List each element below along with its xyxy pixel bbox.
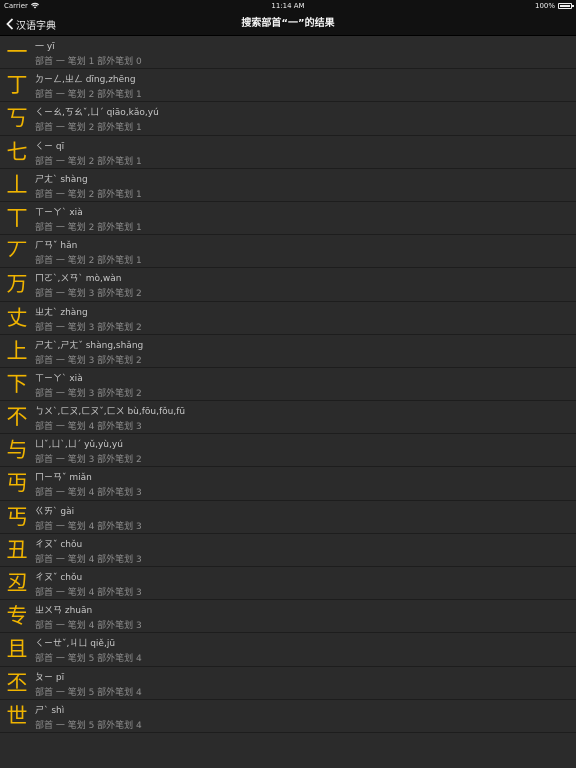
character-glyph: 不: [6, 405, 28, 430]
character-glyph: 丆: [6, 239, 28, 264]
character-glyph: 专: [6, 604, 28, 629]
status-bar: Carrier 11:14 AM 100%: [0, 0, 576, 12]
app: Carrier 11:14 AM 100% 汉语字典 搜索部首“一”的结果 一一…: [0, 0, 576, 768]
stroke-info: 部首 一 笔划 3 部外笔划 2: [35, 289, 142, 300]
battery-info: 100%: [534, 0, 574, 12]
character-glyph: 丑: [6, 537, 28, 562]
stroke-info: 部首 一 笔划 2 部外笔划 1: [35, 256, 142, 267]
stroke-info: 部首 一 笔划 2 部外笔划 1: [35, 156, 142, 167]
character-glyph: 丐: [6, 504, 28, 529]
list-item[interactable]: 万ㄇㄛˋ,ㄨㄢˋ mò,wàn 部首 一 笔划 3 部外笔划 2: [0, 268, 576, 302]
list-item[interactable]: 且ㄑㄧㄝˇ,ㄐㄩ qiě,jū 部首 一 笔划 5 部外笔划 4: [0, 633, 576, 667]
list-item[interactable]: 丏ㄇㄧㄢˇ miǎn 部首 一 笔划 4 部外笔划 3: [0, 467, 576, 501]
stroke-info: 部首 一 笔划 3 部外笔划 2: [35, 455, 142, 466]
character-glyph: 丂: [6, 106, 28, 131]
character-glyph: 下: [6, 371, 28, 396]
list-item[interactable]: 丑ㄔㄡˇ chǒu 部首 一 笔划 4 部外笔划 3: [0, 533, 576, 567]
pronunciation: ㄍㄞˋ gài: [35, 506, 75, 517]
list-item[interactable]: 丐ㄍㄞˋ gài 部首 一 笔划 4 部外笔划 3: [0, 500, 576, 534]
character-glyph: 丄: [6, 172, 28, 197]
pronunciation: ㄕㄤˋ,ㄕㄤˇ shàng,shǎng: [35, 340, 144, 351]
pronunciation: ㄔㄡˇ chǒu: [35, 539, 83, 550]
stroke-info: 部首 一 笔划 5 部外笔划 4: [35, 654, 142, 665]
character-glyph: 世: [6, 703, 28, 728]
pronunciation: ㄆㄧ pī: [35, 672, 65, 683]
pronunciation: ㄇㄧㄢˇ miǎn: [35, 473, 92, 484]
list-item[interactable]: 丁ㄉㄧㄥ,ㄓㄥ dīng,zhēng 部首 一 笔划 2 部外笔划 1: [0, 69, 576, 103]
stroke-info: 部首 一 笔划 4 部外笔划 3: [35, 621, 142, 632]
stroke-info: 部首 一 笔划 2 部外笔划 1: [35, 123, 142, 134]
pronunciation: ㄓㄨㄢ zhuān: [35, 606, 93, 617]
stroke-info: 部首 一 笔划 4 部外笔划 3: [35, 488, 142, 499]
pronunciation: ㄅㄨˋ,ㄈㄡ,ㄈㄡˇ,ㄈㄨ bù,fōu,fǒu,fū: [35, 407, 186, 418]
list-item[interactable]: 专ㄓㄨㄢ zhuān 部首 一 笔划 4 部外笔划 3: [0, 600, 576, 634]
character-glyph: 丕: [6, 670, 28, 695]
character-glyph: 丒: [6, 571, 28, 595]
pronunciation: ㄕˋ shì: [35, 705, 65, 716]
character-glyph: 与: [6, 438, 28, 463]
pronunciation: ㄏㄢˇ hǎn: [35, 241, 78, 252]
stroke-info: 部首 一 笔划 4 部外笔划 3: [35, 422, 142, 433]
nav-bar: 汉语字典 搜索部首“一”的结果: [0, 12, 576, 36]
page-title: 搜索部首“一”的结果: [241, 18, 335, 29]
stroke-info: 部首 一 笔划 4 部外笔划 3: [35, 554, 142, 565]
stroke-info: 部首 一 笔划 3 部外笔划 2: [35, 388, 142, 399]
pronunciation: ㄉㄧㄥ,ㄓㄥ dīng,zhēng: [35, 75, 136, 86]
results-list: 一一 yī 部首 一 笔划 1 部外笔划 0 丁ㄉㄧㄥ,ㄓㄥ dīng,zhēng 部…: [0, 36, 576, 768]
battery-icon: [558, 3, 574, 9]
list-item[interactable]: 丈ㄓㄤˋ zhàng 部首 一 笔划 3 部外笔划 2: [0, 301, 576, 335]
pronunciation: ㄒㄧㄚˋ xià: [35, 207, 83, 218]
list-item[interactable]: 丄ㄕㄤˋ shàng 部首 一 笔划 2 部外笔划 1: [0, 168, 576, 202]
pronunciation: ㄇㄛˋ,ㄨㄢˋ mò,wàn: [35, 274, 122, 285]
pronunciation: ㄓㄤˋ zhàng: [35, 307, 88, 318]
character-glyph: 上: [6, 338, 28, 363]
list-item[interactable]: 上ㄕㄤˋ,ㄕㄤˇ shàng,shǎng 部首 一 笔划 3 部外笔划 2: [0, 334, 576, 368]
list-item[interactable]: 与ㄩˇ,ㄩˋ,ㄩˊ yǔ,yù,yú 部首 一 笔划 3 部外笔划 2: [0, 434, 576, 468]
character-glyph: 且: [6, 637, 28, 662]
stroke-info: 部首 一 笔划 2 部外笔划 1: [35, 189, 142, 200]
character-glyph: 丏: [6, 471, 28, 496]
list-item[interactable]: 丅ㄒㄧㄚˋ xià 部首 一 笔划 2 部外笔划 1: [0, 201, 576, 236]
pronunciation: ㄑㄧㄝˇ,ㄐㄩ qiě,jū: [35, 639, 116, 650]
stroke-info: 部首 一 笔划 5 部外笔划 4: [35, 720, 142, 731]
stroke-info: 部首 一 笔划 5 部外笔划 4: [35, 687, 142, 698]
stroke-info: 部首 一 笔划 4 部外笔划 3: [35, 588, 142, 598]
character-glyph: 丈: [6, 305, 28, 330]
character-glyph: 丅: [6, 205, 28, 230]
character-glyph: 丁: [6, 73, 28, 98]
pronunciation: ㄒㄧㄚˋ xià: [35, 373, 83, 384]
list-item[interactable]: 下ㄒㄧㄚˋ xià 部首 一 笔划 3 部外笔划 2: [0, 367, 576, 402]
status-time: 11:14 AM: [271, 2, 305, 10]
pronunciation: ㄔㄡˇ chǒu: [35, 573, 83, 583]
list-item[interactable]: 丆ㄏㄢˇ hǎn 部首 一 笔划 2 部外笔划 1: [0, 235, 576, 269]
character-glyph: 七: [6, 139, 28, 164]
battery-percent: 100%: [534, 2, 555, 10]
character-glyph: 万: [6, 272, 28, 297]
stroke-info: 部首 一 笔划 3 部外笔划 2: [35, 355, 142, 366]
list-item[interactable]: 不ㄅㄨˋ,ㄈㄡ,ㄈㄡˇ,ㄈㄨ bù,fōu,fǒu,fū 部首 一 笔划 4 部外…: [0, 401, 576, 435]
pronunciation: ㄑㄧㄠ,ㄎㄠˇ,ㄩˊ qiāo,kǎo,yú: [35, 108, 159, 119]
list-item[interactable]: 丂ㄑㄧㄠ,ㄎㄠˇ,ㄩˊ qiāo,kǎo,yú 部首 一 笔划 2 部外笔划 1: [0, 102, 576, 136]
pronunciation: 一 yī: [35, 42, 55, 52]
list-item[interactable]: 世ㄕˋ shì 部首 一 笔划 5 部外笔划 4: [0, 699, 576, 733]
stroke-info: 部首 一 笔划 2 部外笔划 1: [35, 222, 142, 233]
stroke-info: 部首 一 笔划 3 部外笔划 2: [35, 322, 142, 333]
list-item[interactable]: 丒ㄔㄡˇ chǒu 部首 一 笔划 4 部外笔划 3: [0, 567, 576, 601]
pronunciation: ㄩˇ,ㄩˋ,ㄩˊ yǔ,yù,yú: [35, 440, 123, 451]
list-item-partial[interactable]: [0, 732, 576, 768]
list-item[interactable]: 一一 yī 部首 一 笔划 1 部外笔划 0: [0, 36, 576, 70]
pronunciation: ㄕㄤˋ shàng: [35, 174, 88, 185]
stroke-info: 部首 一 笔划 1 部外笔划 0: [35, 57, 142, 67]
character-glyph: 一: [6, 40, 28, 64]
pronunciation: ㄑㄧ qī: [35, 141, 65, 152]
stroke-info: 部首 一 笔划 2 部外笔划 1: [35, 90, 142, 101]
stroke-info: 部首 一 笔划 4 部外笔划 3: [35, 521, 142, 532]
list-item[interactable]: 七ㄑㄧ qī 部首 一 笔划 2 部外笔划 1: [0, 135, 576, 169]
list-item[interactable]: 丕ㄆㄧ pī 部首 一 笔划 5 部外笔划 4: [0, 666, 576, 700]
